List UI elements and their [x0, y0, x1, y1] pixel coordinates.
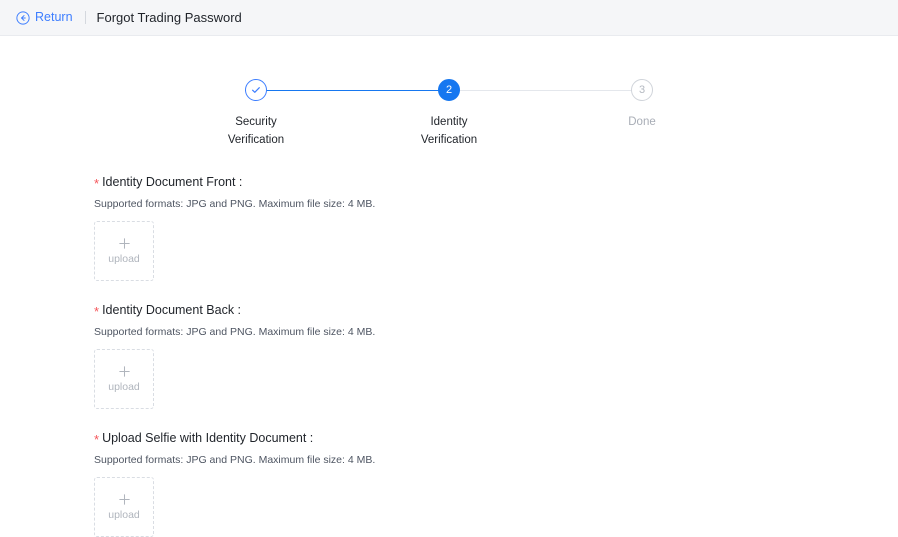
field-hint-text: Supported formats: JPG and PNG. Maximum … — [94, 455, 898, 466]
upload-dropzone-selfie[interactable]: upload — [94, 477, 154, 537]
field-label-text: Upload Selfie with Identity Document : — [102, 432, 313, 445]
field-label-text: Identity Document Back : — [102, 304, 241, 317]
header-divider — [85, 11, 86, 24]
top-header-bar: Return Forgot Trading Password — [0, 0, 898, 36]
upload-label: upload — [108, 510, 140, 521]
field-label-text: Identity Document Front : — [102, 176, 242, 189]
plus-icon — [118, 237, 131, 250]
stepper-row: Security Verification 2 Identity Verific… — [234, 79, 664, 149]
field-identity-document-back: * Identity Document Back : Supported for… — [94, 303, 898, 409]
required-asterisk: * — [94, 305, 99, 318]
return-label: Return — [35, 11, 73, 24]
upload-label: upload — [108, 254, 140, 265]
arrow-left-circle-icon — [16, 11, 30, 25]
plus-icon — [118, 365, 131, 378]
stepper-label-3: Done — [587, 113, 697, 131]
field-label-row: * Identity Document Back : — [94, 303, 898, 317]
return-button[interactable]: Return — [16, 11, 73, 25]
stepper-label-1: Security Verification — [201, 113, 311, 149]
field-identity-document-front: * Identity Document Front : Supported fo… — [94, 175, 898, 281]
stepper-bullet-3[interactable]: 3 — [631, 79, 653, 101]
plus-icon — [118, 493, 131, 506]
identity-upload-form: * Identity Document Front : Supported fo… — [0, 175, 898, 537]
stepper-label-2: Identity Verification — [394, 113, 504, 149]
field-hint-text: Supported formats: JPG and PNG. Maximum … — [94, 199, 898, 210]
upload-dropzone-identity-back[interactable]: upload — [94, 349, 154, 409]
required-asterisk: * — [94, 177, 99, 190]
field-selfie-with-identity-document: * Upload Selfie with Identity Document :… — [94, 431, 898, 537]
progress-stepper: Security Verification 2 Identity Verific… — [234, 79, 664, 149]
upload-label: upload — [108, 382, 140, 393]
stepper-connector-2-3 — [449, 90, 653, 92]
field-label-row: * Upload Selfie with Identity Document : — [94, 431, 898, 445]
page-title: Forgot Trading Password — [97, 11, 242, 24]
stepper-bullet-1[interactable] — [245, 79, 267, 101]
stepper-connector-1-2 — [245, 90, 449, 92]
required-asterisk: * — [94, 433, 99, 446]
field-hint-text: Supported formats: JPG and PNG. Maximum … — [94, 327, 898, 338]
upload-dropzone-identity-front[interactable]: upload — [94, 221, 154, 281]
check-icon — [250, 84, 262, 96]
field-label-row: * Identity Document Front : — [94, 175, 898, 189]
stepper-bullet-2[interactable]: 2 — [438, 79, 460, 101]
